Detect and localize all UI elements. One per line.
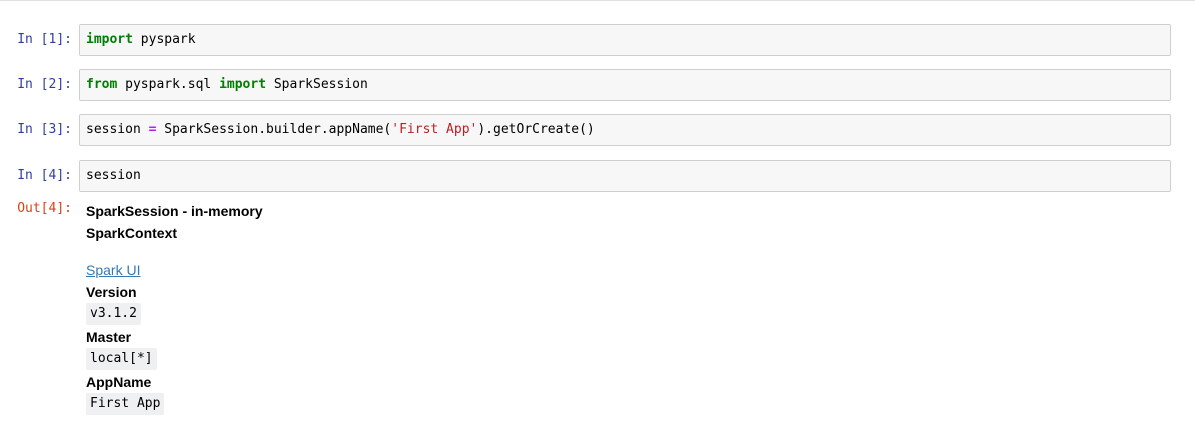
input-prompt: In [4]: xyxy=(17,168,72,183)
code-token: session xyxy=(86,168,141,183)
session-title: SparkSession - in-memory xyxy=(86,203,263,219)
appname-value: First App xyxy=(86,393,165,415)
version-label: Version xyxy=(86,284,137,300)
code-token: from xyxy=(86,77,118,92)
code-input[interactable]: import pyspark xyxy=(79,24,1171,56)
code-token: ).getOrCreate() xyxy=(477,122,595,137)
code-token: SparkSession.builder.appName( xyxy=(156,122,392,137)
version-value: v3.1.2 xyxy=(86,303,141,325)
code-token: session xyxy=(86,122,149,137)
code-token: pyspark xyxy=(132,32,196,47)
top-divider xyxy=(0,0,1195,1)
code-token: import xyxy=(86,32,133,47)
code-token: SparkSession xyxy=(266,77,368,92)
code-token: import xyxy=(219,77,267,92)
input-prompt: In [3]: xyxy=(17,122,72,137)
code-input[interactable]: session = SparkSession.builder.appName('… xyxy=(79,114,1171,146)
spark-ui-link[interactable]: Spark UI xyxy=(86,259,263,281)
output-prompt: Out[4]: xyxy=(17,201,72,216)
input-prompt: In [1]: xyxy=(17,32,72,47)
master-label: Master xyxy=(86,329,132,345)
code-input[interactable]: from pyspark.sql import SparkSession xyxy=(79,69,1171,101)
input-prompt: In [2]: xyxy=(17,77,72,92)
code-token: pyspark.sql xyxy=(117,77,220,92)
code-input[interactable]: session xyxy=(79,160,1171,192)
appname-label: AppName xyxy=(86,374,152,390)
code-token: 'First App' xyxy=(391,122,478,137)
master-value: local[*] xyxy=(86,348,157,370)
context-title: SparkContext xyxy=(86,225,178,241)
spark-session-output: SparkSession - in-memory SparkContext Sp… xyxy=(86,200,263,416)
